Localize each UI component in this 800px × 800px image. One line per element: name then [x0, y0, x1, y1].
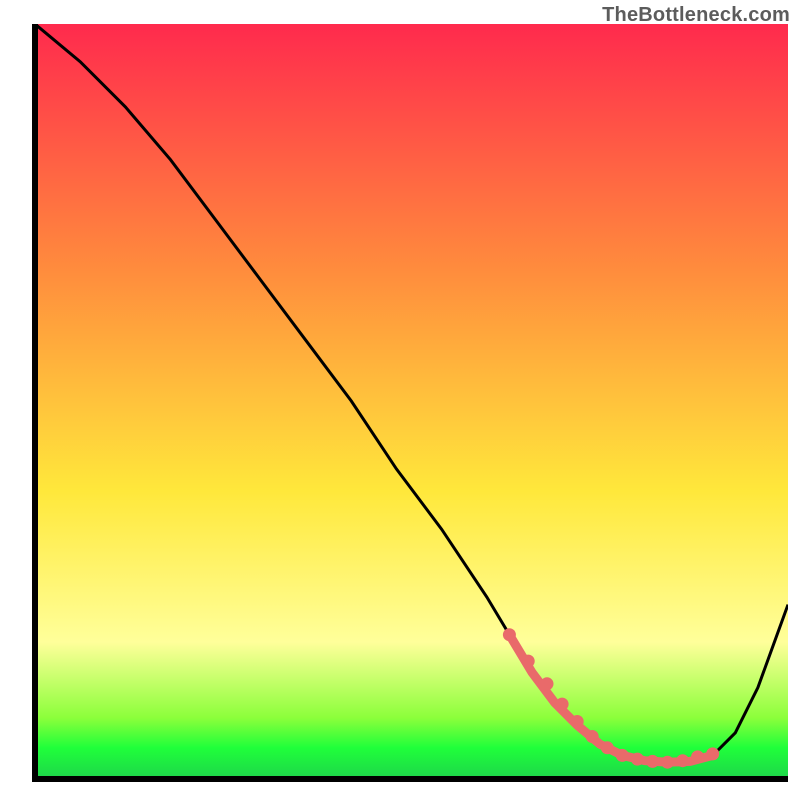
- chart-container: TheBottleneck.com: [0, 0, 800, 800]
- optimal-dot: [571, 715, 584, 728]
- optimal-dot: [601, 741, 614, 754]
- optimal-dot: [616, 749, 629, 762]
- attribution-text: TheBottleneck.com: [602, 4, 790, 27]
- optimal-dot: [541, 677, 554, 690]
- plot-area-background: [35, 24, 788, 778]
- optimal-dot: [706, 747, 719, 760]
- optimal-dot: [631, 753, 644, 766]
- optimal-dot: [661, 756, 674, 769]
- optimal-dot: [586, 730, 599, 743]
- optimal-dot: [676, 754, 689, 767]
- optimal-dot: [522, 655, 535, 668]
- optimal-dot: [556, 698, 569, 711]
- optimal-dot: [691, 750, 704, 763]
- optimal-dot: [503, 628, 516, 641]
- optimal-dot: [646, 755, 659, 768]
- bottleneck-chart-svg: [0, 0, 800, 800]
